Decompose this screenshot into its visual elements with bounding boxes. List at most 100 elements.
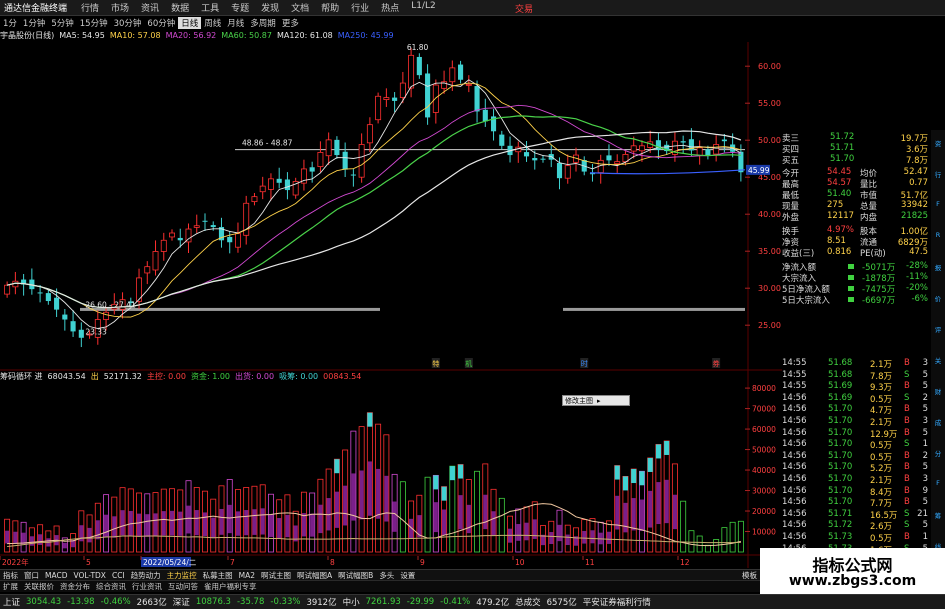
info-tab[interactable]: 关联报价	[21, 581, 57, 592]
trade-row: 14:56 51.72 2.6万 S 5	[782, 520, 930, 532]
stat-value: 12117	[827, 211, 855, 221]
volume-bar-fill	[13, 531, 18, 544]
trade-direction: S	[904, 508, 910, 519]
indicator-tab[interactable]: 多头	[376, 570, 397, 581]
fund-flow-row: 净流入额 -5071万 -28%	[782, 261, 930, 273]
info-tab[interactable]: 雀用户福利专享	[201, 581, 260, 592]
event-marker-label: 特	[432, 359, 439, 368]
flow-bar-icon	[848, 275, 854, 280]
side-tab[interactable]: F	[932, 479, 944, 493]
volume-bar-fill	[145, 514, 150, 537]
status-item: -13.98	[67, 597, 95, 607]
indicator-tab[interactable]: MACD	[42, 571, 70, 580]
side-tab[interactable]: 成	[932, 417, 944, 431]
volume-tick-label: 20000	[752, 507, 776, 516]
watermark: 指标公式网 www.zbgs3.com	[760, 548, 945, 594]
candle-body	[358, 144, 365, 178]
side-tab[interactable]: 报	[932, 262, 944, 276]
indicator-tab[interactable]: 设置	[397, 570, 418, 581]
candle-body	[680, 141, 686, 143]
event-marker-label: 券	[713, 359, 720, 368]
side-tab[interactable]: 分	[932, 448, 944, 462]
indicator-tab[interactable]: MA2	[236, 571, 258, 580]
candle-body	[399, 82, 406, 98]
candle-body	[458, 64, 464, 80]
trade-time: 14:55	[782, 358, 807, 368]
indicator-tab[interactable]: 私募主图	[200, 570, 236, 581]
volume-bar-fill	[672, 494, 677, 530]
price-annotation: 23.33	[85, 328, 107, 337]
volume-cap	[647, 457, 653, 472]
side-tab[interactable]: 评	[932, 324, 944, 338]
side-tab[interactable]: 关	[932, 355, 944, 369]
date-tick-label: 5	[86, 558, 91, 567]
indicator-tab[interactable]: 趋势动力	[128, 570, 164, 581]
template-button[interactable]: 模板	[739, 570, 760, 581]
indicator-tab[interactable]: CCI	[109, 571, 128, 580]
trade-count: 2	[922, 392, 928, 403]
order-level-price: 51.72	[830, 132, 855, 142]
volume-bar-fill	[466, 504, 471, 534]
volume-cap	[622, 476, 629, 491]
info-tab[interactable]: 互动问答	[165, 581, 201, 592]
candle-body	[564, 165, 571, 179]
volume-bar-fill	[384, 475, 389, 522]
kline-chart[interactable]: 25.0030.0035.0040.0045.0050.0055.0060.00…	[0, 0, 782, 569]
side-tab[interactable]: F	[932, 200, 944, 214]
volume-bar-fill	[103, 514, 109, 538]
trade-price: 51.70	[828, 462, 853, 473]
info-tab[interactable]: 扩展	[0, 581, 21, 592]
trade-count: 3	[922, 416, 928, 426]
indicator-tab[interactable]: 窗口	[21, 570, 42, 581]
indicator-tab[interactable]: VOL-TDX	[70, 571, 108, 580]
info-tab[interactable]: 行业资讯	[129, 581, 165, 592]
order-level-price: 51.70	[830, 154, 855, 164]
indicator-tab[interactable]: 啊试幅图A	[294, 570, 335, 581]
candle-body	[202, 220, 208, 222]
side-tab[interactable]: 资	[932, 138, 944, 152]
trade-time: 14:56	[782, 497, 807, 508]
info-tab[interactable]: 资金分布	[57, 581, 93, 592]
order-level-row: 买四 51.71 3.6万	[782, 143, 930, 155]
stat-value: 54.57	[827, 178, 852, 188]
trade-row: 14:56 51.70 4.7万 B 5	[782, 404, 930, 416]
candle-body	[342, 151, 348, 170]
side-tab[interactable]: 价	[932, 293, 944, 307]
side-tab[interactable]: 筹	[932, 510, 944, 524]
candle-body	[392, 97, 398, 101]
volume-bar-fill	[161, 511, 166, 536]
candle-body	[317, 152, 324, 168]
volume-bar-fill	[112, 516, 117, 538]
volume-tick-label: 40000	[752, 466, 776, 475]
volume-cap	[614, 465, 620, 480]
volume-bar-fill	[334, 491, 339, 528]
candle-body	[227, 236, 233, 243]
trade-row: 14:56 51.73 0.5万 B 1	[782, 532, 930, 544]
trade-row: 14:56 51.70 0.5万 S 1	[782, 439, 930, 451]
trade-direction: B	[904, 485, 910, 496]
side-tab[interactable]: 财	[932, 386, 944, 400]
indicator-tab[interactable]: 主力监控	[164, 570, 200, 581]
candle-body	[416, 56, 422, 76]
indicator-tab[interactable]: 指标	[0, 570, 21, 581]
trade-direction: B	[904, 532, 910, 542]
volume-bar-fill	[169, 510, 175, 536]
candle-body	[45, 293, 51, 302]
indicator-tab[interactable]: 啊试主图	[258, 570, 294, 581]
volume-bar-fill	[244, 510, 249, 536]
trade-time: 14:56	[782, 520, 807, 531]
info-tab[interactable]: 综合资讯	[93, 581, 129, 592]
volume-tick-label: 50000	[752, 446, 776, 455]
trade-price: 51.68	[828, 369, 853, 380]
trade-volume: 0.5万	[870, 534, 893, 544]
side-tab[interactable]: 行	[932, 169, 944, 183]
volume-tick-label: 30000	[752, 487, 776, 496]
volume-bar-fill	[590, 530, 595, 544]
trade-direction: B	[904, 381, 910, 392]
modify-main-chart-popup[interactable]: 修改主图 ▸	[562, 395, 630, 406]
trade-count: 5	[922, 462, 928, 473]
side-tab[interactable]: R	[932, 231, 944, 245]
indicator-tab[interactable]: 啊试幅图B	[335, 570, 376, 581]
fund-flow-row: 5日大宗流入 -6697万 -6%	[782, 294, 930, 306]
trade-row: 14:56 51.70 12.9万 B 5	[782, 428, 930, 440]
